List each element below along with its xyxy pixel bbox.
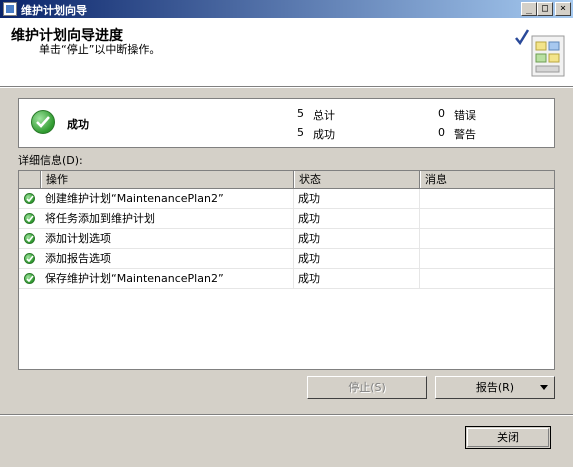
row-action: 添加计划选项 xyxy=(41,229,294,248)
column-header-action[interactable]: 操作 xyxy=(41,171,294,188)
warning-count: 0 xyxy=(438,126,445,139)
row-message xyxy=(420,269,554,288)
report-button-label: 报告(R) xyxy=(475,381,515,394)
row-status: 成功 xyxy=(294,269,420,288)
success-check-icon xyxy=(24,233,35,244)
details-grid[interactable]: 操作 状态 消息 创建维护计划“MaintenancePlan2” 成功 将任务… xyxy=(18,170,555,370)
maximize-button[interactable]: □ xyxy=(537,2,553,16)
wizard-graphic-icon xyxy=(515,29,565,77)
stop-button[interactable]: 停止(S) xyxy=(307,376,427,399)
window-title: 维护计划向导 xyxy=(21,4,87,17)
table-row[interactable]: 将任务添加到维护计划 成功 xyxy=(19,209,554,229)
success-check-icon xyxy=(24,213,35,224)
header-divider xyxy=(0,87,573,88)
app-icon xyxy=(3,2,17,16)
success-label: 成功 xyxy=(313,128,335,141)
title-bar: 维护计划向导 _ □ × xyxy=(0,0,573,18)
row-message xyxy=(420,209,554,228)
minimize-button[interactable]: _ xyxy=(521,2,537,16)
close-button-label: 关闭 xyxy=(497,431,519,444)
table-row[interactable]: 创建维护计划“MaintenancePlan2” 成功 xyxy=(19,189,554,209)
success-check-icon xyxy=(24,193,35,204)
total-count: 5 xyxy=(297,107,304,120)
total-label: 总计 xyxy=(313,109,335,122)
row-status: 成功 xyxy=(294,229,420,248)
wizard-header: 维护计划向导进度 单击“停止”以中断操作。 xyxy=(0,18,573,87)
column-header-status[interactable]: 状态 xyxy=(294,171,420,188)
warning-label: 警告 xyxy=(454,128,476,141)
row-message xyxy=(420,229,554,248)
details-label: 详细信息(D): xyxy=(18,154,83,167)
row-action: 创建维护计划“MaintenancePlan2” xyxy=(41,189,294,208)
error-count: 0 xyxy=(438,107,445,120)
page-subtitle: 单击“停止”以中断操作。 xyxy=(39,43,161,56)
success-check-icon xyxy=(24,273,35,284)
success-count: 5 xyxy=(297,126,304,139)
success-check-icon xyxy=(24,253,35,264)
error-label: 错误 xyxy=(454,109,476,122)
row-action: 保存维护计划“MaintenancePlan2” xyxy=(41,269,294,288)
column-header-message[interactable]: 消息 xyxy=(420,171,554,188)
row-status: 成功 xyxy=(294,249,420,268)
row-status: 成功 xyxy=(294,209,420,228)
table-row[interactable]: 保存维护计划“MaintenancePlan2” 成功 xyxy=(19,269,554,289)
close-window-button[interactable]: × xyxy=(555,2,571,16)
grid-header: 操作 状态 消息 xyxy=(19,171,554,189)
row-action: 添加报告选项 xyxy=(41,249,294,268)
row-action: 将任务添加到维护计划 xyxy=(41,209,294,228)
dropdown-arrow-icon[interactable] xyxy=(540,385,548,390)
summary-panel: 成功 5 总计 5 成功 0 错误 0 警告 xyxy=(18,98,555,148)
row-status: 成功 xyxy=(294,189,420,208)
report-button[interactable]: 报告(R) xyxy=(435,376,555,399)
close-button[interactable]: 关闭 xyxy=(465,426,551,449)
summary-status: 成功 xyxy=(67,118,89,131)
column-header-icon xyxy=(19,171,41,188)
row-message xyxy=(420,189,554,208)
success-icon xyxy=(31,110,55,134)
row-message xyxy=(420,249,554,268)
table-row[interactable]: 添加计划选项 成功 xyxy=(19,229,554,249)
table-row[interactable]: 添加报告选项 成功 xyxy=(19,249,554,269)
